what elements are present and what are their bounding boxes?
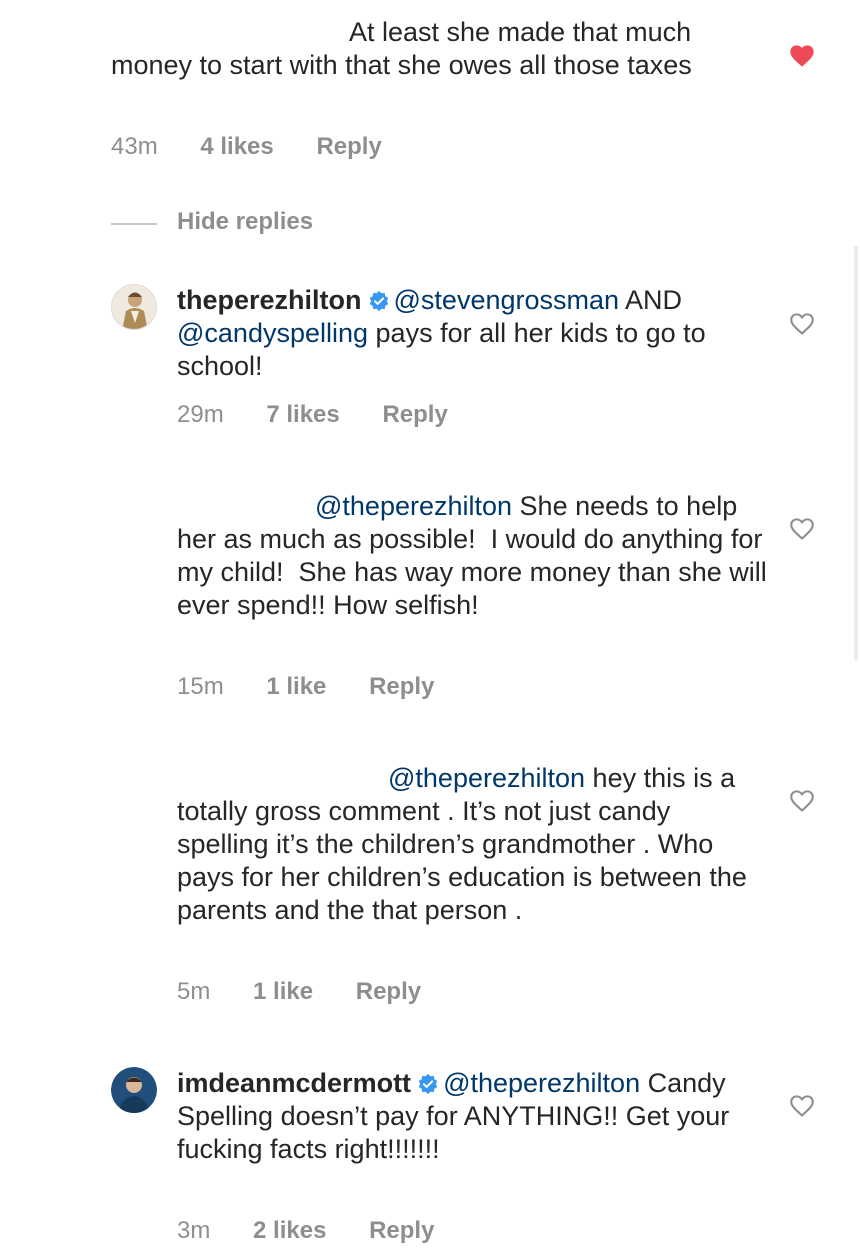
avatar[interactable] [111, 284, 157, 330]
comment-time: 43m [111, 133, 158, 160]
likes-count[interactable]: 1 like [266, 673, 326, 701]
comment-text: theperezhilton @stevengrossman AND @candy… [177, 284, 767, 383]
verified-badge-icon [369, 290, 388, 312]
heart-outline-icon[interactable] [788, 515, 816, 541]
verified-badge-icon [418, 1073, 438, 1095]
likes-count[interactable]: 7 likes [266, 401, 339, 429]
reply-button[interactable]: Reply [316, 133, 381, 161]
reply-button[interactable]: Reply [382, 401, 447, 429]
avatar-image [111, 1067, 157, 1113]
mention-link[interactable]: @candyspelling [177, 318, 368, 348]
avatar[interactable] [111, 490, 157, 536]
comment-text: @theperezhilton hey this is a totally gr… [177, 762, 767, 927]
avatar-image [112, 285, 156, 329]
heart-outline-icon[interactable] [788, 1092, 816, 1118]
comment-body: At least she made that much money to sta… [111, 17, 699, 80]
reply-button[interactable]: Reply [369, 673, 434, 701]
comment-time: 5m [177, 978, 211, 1005]
avatar[interactable] [111, 1067, 157, 1113]
avatar[interactable] [111, 762, 157, 808]
mention-link[interactable]: @stevengrossman [394, 285, 620, 315]
username[interactable]: imdeanmcdermott [177, 1068, 411, 1098]
heart-outline-icon[interactable] [788, 310, 816, 336]
heart-outline-icon[interactable] [788, 787, 816, 813]
mention-link[interactable]: @theperezhilton [443, 1068, 640, 1098]
reply-button[interactable]: Reply [356, 978, 421, 1006]
comment-time: 3m [177, 1217, 211, 1244]
likes-count[interactable]: 4 likes [200, 133, 273, 161]
heart-filled-icon[interactable] [788, 42, 816, 68]
comments-panel: At least she made that much money to sta… [0, 0, 860, 1260]
hide-replies-toggle[interactable]: Hide replies [111, 205, 511, 241]
comment-text: At least she made that much money to sta… [111, 16, 751, 82]
comment-meta: 15m 1 like Reply [177, 673, 470, 701]
comment-meta: 3m 2 likes Reply [177, 1217, 470, 1245]
username[interactable]: theperezhilton [177, 285, 362, 315]
divider [111, 223, 157, 225]
scrollbar[interactable] [854, 245, 858, 660]
comment-time: 15m [177, 673, 224, 700]
comment-text: @theperezhilton She needs to help her as… [177, 490, 767, 622]
likes-count[interactable]: 2 likes [253, 1217, 326, 1245]
comment-meta: 43m 4 likes Reply [111, 133, 418, 161]
comment-meta: 29m 7 likes Reply [177, 401, 484, 429]
mention-link[interactable]: @theperezhilton [388, 763, 585, 793]
hide-replies-label: Hide replies [177, 208, 314, 235]
comment-body-part: AND [625, 285, 690, 315]
comment-time: 29m [177, 401, 224, 428]
likes-count[interactable]: 1 like [253, 978, 313, 1006]
reply-button[interactable]: Reply [369, 1217, 434, 1245]
comment-text: imdeanmcdermott @theperezhilton Candy Spe… [177, 1067, 767, 1166]
comment-meta: 5m 1 like Reply [177, 978, 457, 1006]
mention-link[interactable]: @theperezhilton [315, 491, 512, 521]
